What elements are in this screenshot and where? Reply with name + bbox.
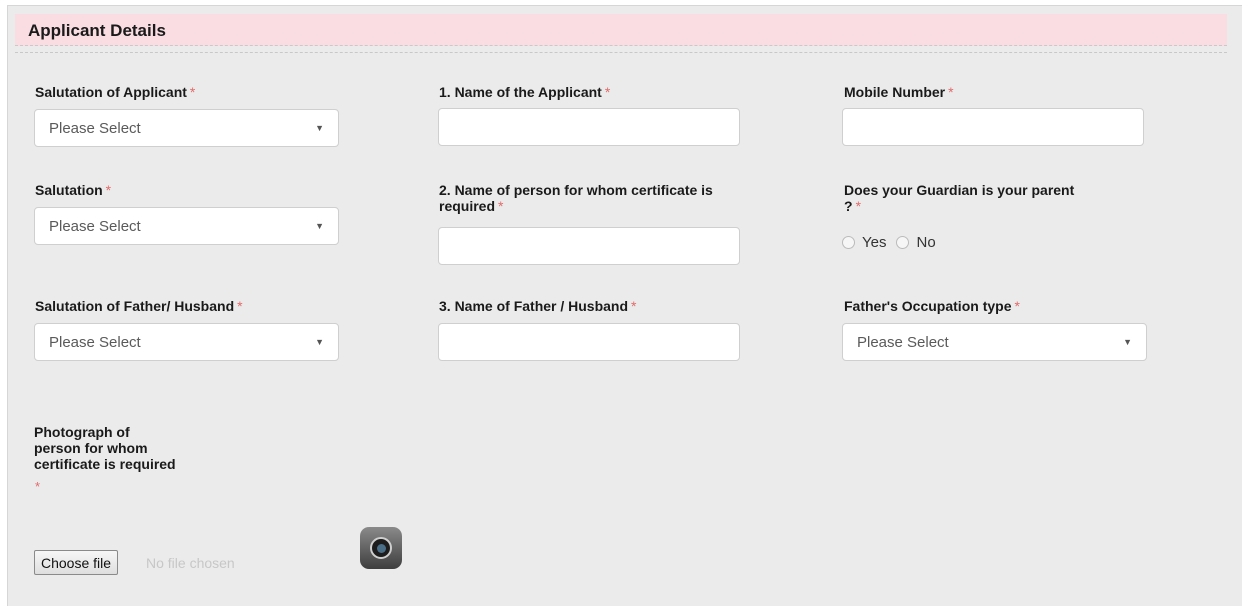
required-mark: * xyxy=(604,84,611,100)
guardian-yes-radio[interactable] xyxy=(842,236,855,249)
camera-icon[interactable] xyxy=(360,527,402,569)
required-mark: * xyxy=(189,84,196,100)
guardian-radio-group: Yes No xyxy=(842,234,946,251)
name-person-input[interactable] xyxy=(438,227,740,265)
salutation-father-label: Salutation of Father/ Husband * xyxy=(35,298,243,314)
section-title: Applicant Details xyxy=(28,21,166,40)
salutation-label: Salutation * xyxy=(35,182,112,198)
name-father-input[interactable] xyxy=(438,323,740,361)
file-status-text: No file chosen xyxy=(146,555,235,571)
chevron-down-icon: ▼ xyxy=(315,123,324,133)
required-mark: * xyxy=(237,298,243,314)
name-applicant-label: 1. Name of the Applicant * xyxy=(439,84,611,100)
mobile-number-input[interactable] xyxy=(842,108,1144,146)
required-mark: * xyxy=(948,84,954,100)
chevron-down-icon: ▼ xyxy=(315,221,324,231)
name-father-label: 3. Name of Father / Husband * xyxy=(439,298,637,314)
section-divider xyxy=(15,52,1227,53)
father-occupation-select[interactable]: Please Select ▼ xyxy=(842,323,1147,361)
required-mark: * xyxy=(105,182,112,198)
required-mark: * xyxy=(631,298,637,314)
salutation-applicant-select[interactable]: Please Select ▼ xyxy=(34,109,339,147)
section-header: Applicant Details xyxy=(15,14,1227,46)
name-applicant-input[interactable] xyxy=(438,108,740,146)
required-mark: * xyxy=(855,198,862,214)
guardian-yes-label[interactable]: Yes xyxy=(862,234,886,251)
guardian-label: Does your Guardian is your parent ? * xyxy=(844,182,1075,214)
name-person-label: 2. Name of person for whom certificate i… xyxy=(439,182,713,214)
camera-lens xyxy=(370,537,392,559)
father-occupation-label: Father's Occupation type * xyxy=(844,298,1020,314)
chevron-down-icon: ▼ xyxy=(315,337,324,347)
choose-file-button[interactable]: Choose file xyxy=(34,550,119,575)
required-mark: * xyxy=(35,479,41,494)
salutation-select[interactable]: Please Select ▼ xyxy=(34,207,339,245)
required-mark: * xyxy=(1014,298,1020,314)
photo-label: Photograph of person for whom certificat… xyxy=(34,424,176,472)
required-mark: * xyxy=(498,198,504,214)
salutation-father-select[interactable]: Please Select ▼ xyxy=(34,323,339,361)
mobile-number-label: Mobile Number * xyxy=(844,84,954,100)
guardian-no-radio[interactable] xyxy=(896,236,910,249)
guardian-no-label[interactable]: No xyxy=(916,234,935,251)
salutation-applicant-label: Salutation of Applicant * xyxy=(35,84,196,100)
chevron-down-icon: ▼ xyxy=(1123,337,1132,347)
